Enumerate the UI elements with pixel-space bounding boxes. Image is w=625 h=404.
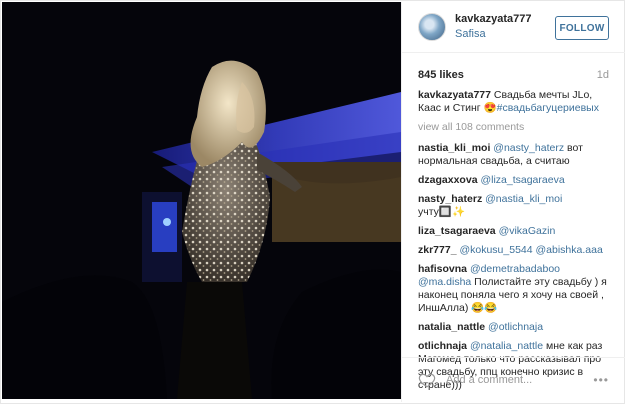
comment-item: natalia_nattle @otlichnaja [418,321,609,334]
comment-mention[interactable]: @vikaGazin [499,225,556,237]
post-header: kavkazyata777 Safisa FOLLOW [402,2,625,53]
comment-mention[interactable]: @liza_tsagaraeva [480,174,564,186]
comments-section: kavkazyata777 Свадьба мечты JLo, Каас и … [402,81,625,392]
stage-photo-image [2,2,401,399]
post-age: 1d [596,69,609,81]
add-comment-input[interactable]: Add a comment... [446,374,593,386]
avatar[interactable] [418,13,446,41]
post-sidebar: kavkazyata777 Safisa FOLLOW 845 likes 1d… [401,2,625,402]
comment-mention[interactable]: @nasty_haterz [493,142,564,154]
caption-author[interactable]: kavkazyata777 [418,89,491,101]
comment-author[interactable]: zkr777_ [418,244,457,256]
comment-item: zkr777_ @kokusu_5544 @abishka.aaa [418,244,609,257]
post-meta: 845 likes 1d [402,53,625,81]
comment-mention[interactable]: @otlichnaja [488,321,543,333]
location-link[interactable]: Safisa [455,27,531,42]
caption: kavkazyata777 Свадьба мечты JLo, Каас и … [418,89,609,115]
comment-text: учту🔲✨ [418,206,466,218]
comment-author[interactable]: nastia_kli_moi [418,142,490,154]
follow-button[interactable]: FOLLOW [555,16,609,40]
comment-author[interactable]: otlichnaja [418,340,467,352]
caption-hashtag[interactable]: #свадьбагуцериевых [497,102,599,114]
comment-item: liza_tsagaraeva @vikaGazin [418,225,609,238]
comment-mention[interactable]: @natalia_nattle [470,340,543,352]
view-all-comments-link[interactable]: view all 108 comments [418,121,609,134]
comment-author[interactable]: liza_tsagaraeva [418,225,496,237]
comment-author[interactable]: nasty_haterz [418,193,482,205]
comment-mention[interactable]: @nastia_kli_moi [485,193,562,205]
comment-item: dzagaxxova @liza_tsagaraeva [418,174,609,187]
comment-item: nasty_haterz @nastia_kli_moi учту🔲✨ [418,193,609,219]
author-block: kavkazyata777 Safisa [455,12,531,42]
comment-author[interactable]: hafisovna [418,263,467,275]
comment-mention[interactable]: @kokusu_5544 @abishka.aaa [459,244,602,256]
comment-item: hafisovna @demetrabadaboo @ma.disha Поли… [418,263,609,315]
comment-item: nastia_kli_moi @nasty_haterz вот нормаль… [418,142,609,168]
author-username[interactable]: kavkazyata777 [455,12,531,27]
heart-icon[interactable] [418,371,436,389]
more-options-icon[interactable]: ••• [593,373,609,387]
post-card: kavkazyata777 Safisa FOLLOW 845 likes 1d… [0,0,625,404]
post-photo[interactable] [2,2,401,399]
comment-author[interactable]: dzagaxxova [418,174,478,186]
likes-count[interactable]: 845 likes [418,69,464,81]
comment-author[interactable]: natalia_nattle [418,321,485,333]
comment-bar: Add a comment... ••• [402,357,625,402]
